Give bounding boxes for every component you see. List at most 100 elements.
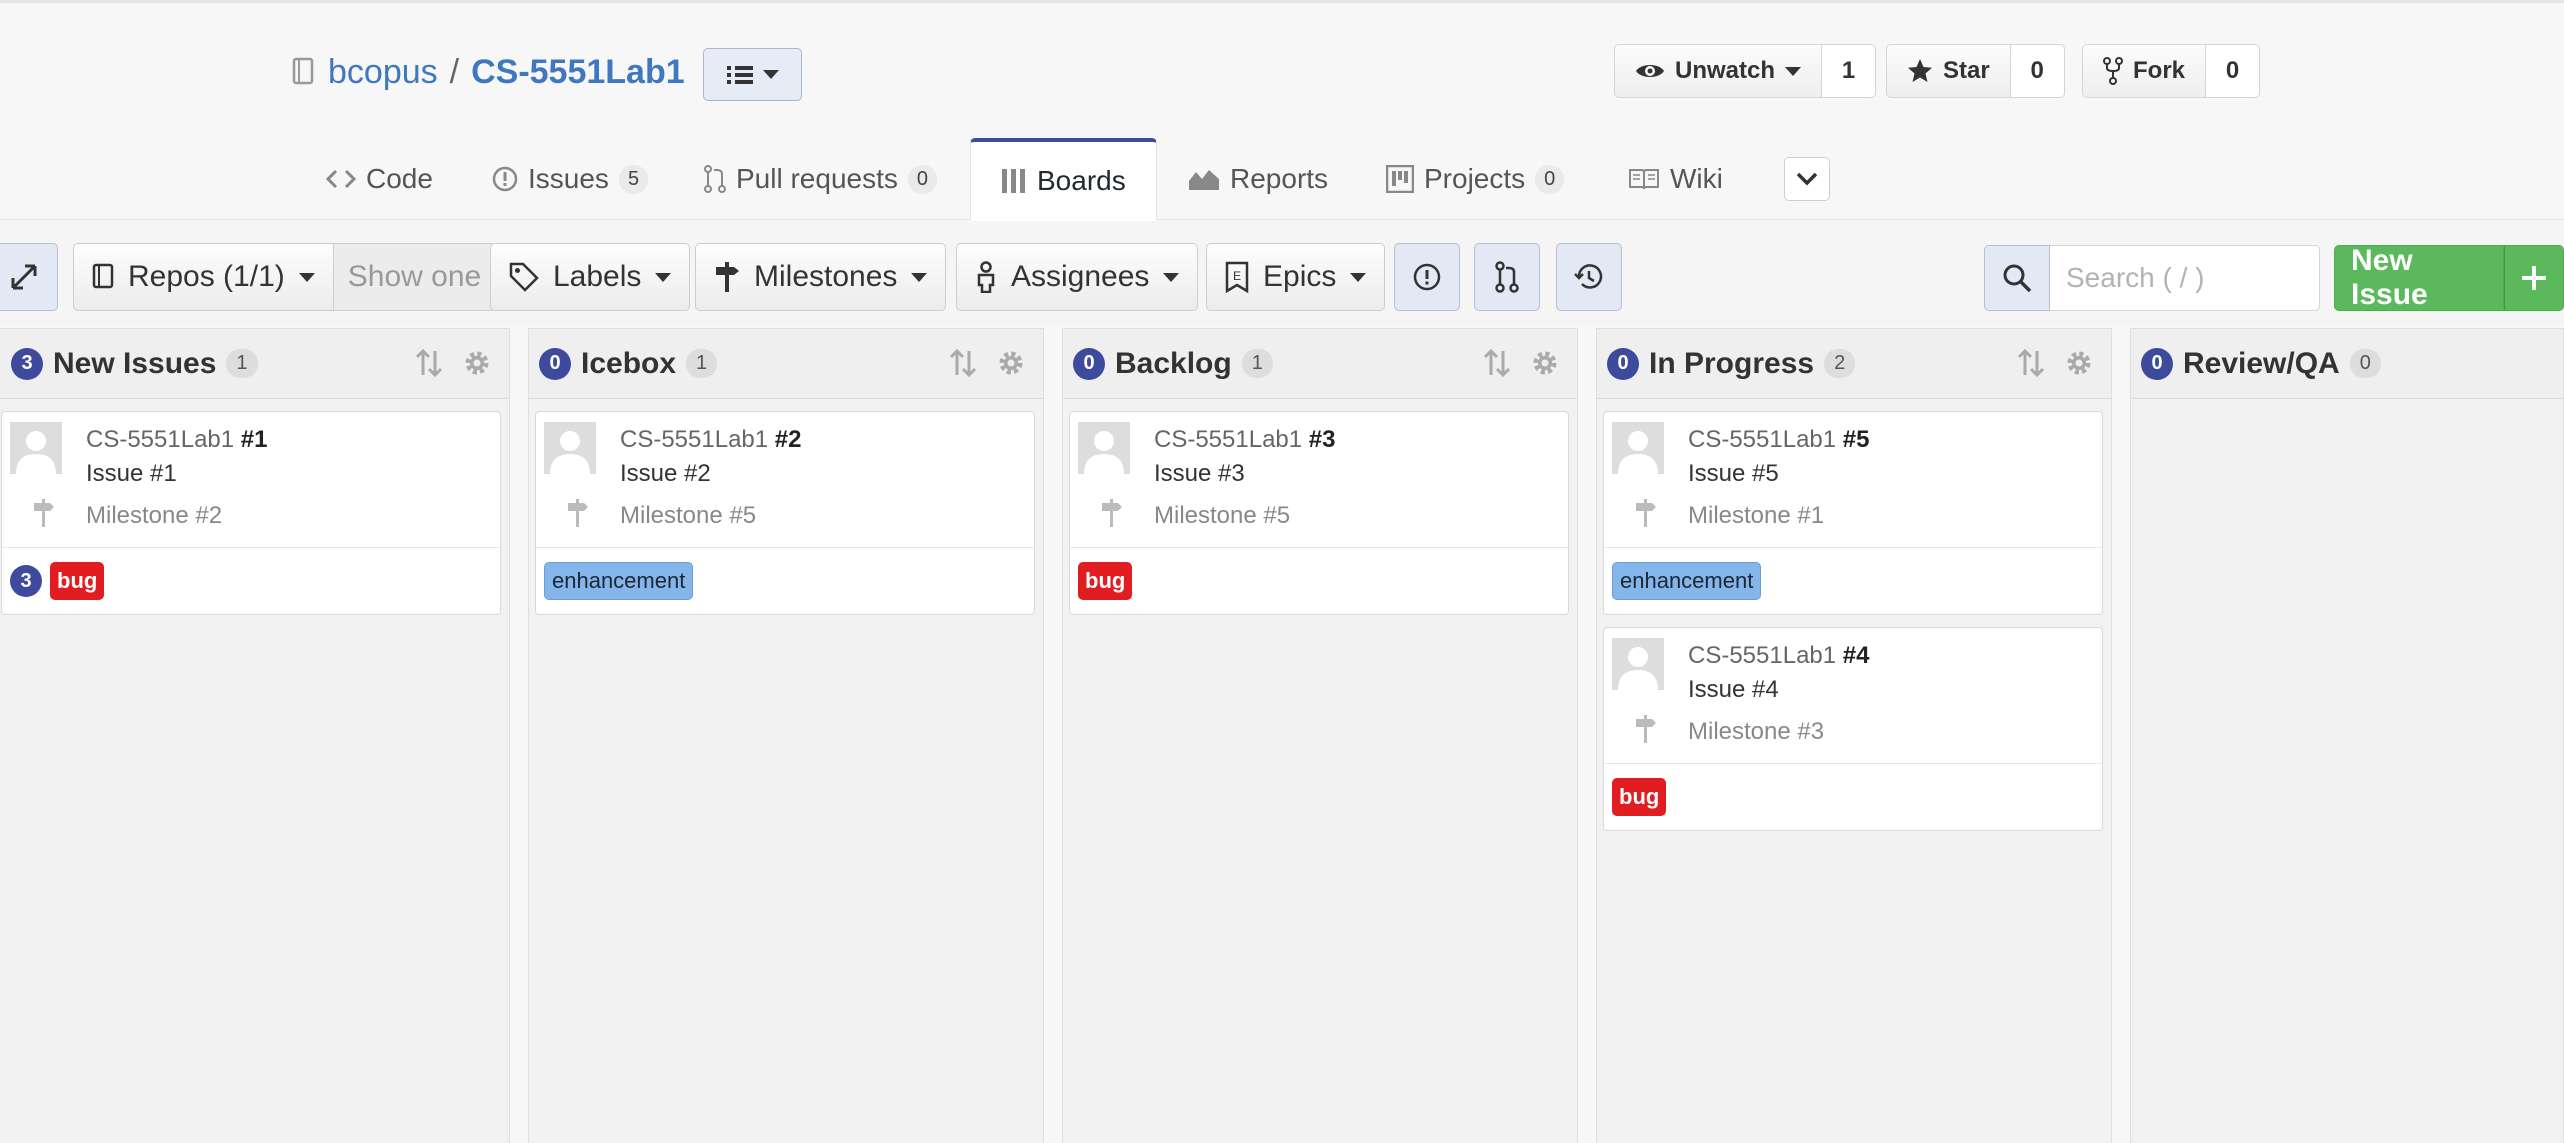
issue-card[interactable]: CS-5551Lab1 #5 Issue #5 Milestone #1 enh… <box>1603 411 2103 615</box>
card-labels: bug <box>1070 548 1568 614</box>
epic-icon: E <box>1225 261 1249 293</box>
top-border <box>0 0 2564 3</box>
gear-icon[interactable] <box>1529 347 1561 379</box>
watchers-count[interactable]: 1 <box>1822 44 1877 98</box>
show-one-button[interactable]: Show one <box>333 243 497 311</box>
new-issue-button[interactable]: New Issue <box>2334 244 2505 311</box>
card-milestone[interactable]: Milestone #5 <box>1154 502 1290 530</box>
repo-name-link[interactable]: CS-5551Lab1 <box>471 53 685 92</box>
sort-icon[interactable] <box>1481 347 1513 379</box>
card-labels: enhancement <box>536 548 1034 614</box>
fork-button[interactable]: Fork <box>2082 44 2207 98</box>
card-repo-ref[interactable]: CS-5551Lab1 #3 <box>1154 426 1336 454</box>
column-tools <box>947 347 1027 379</box>
nav-more-button[interactable] <box>1784 157 1830 201</box>
book-icon <box>1628 167 1660 191</box>
card-body: CS-5551Lab1 #3 Issue #3 Milestone #5 <box>1070 412 1568 548</box>
card-title[interactable]: Issue #2 <box>620 460 711 488</box>
column-badge: 0 <box>2141 347 2173 380</box>
stars-count[interactable]: 0 <box>2010 44 2065 98</box>
label-enhancement[interactable]: enhancement <box>1612 562 1762 600</box>
card-repo-ref[interactable]: CS-5551Lab1 #1 <box>86 426 268 454</box>
card-title[interactable]: Issue #5 <box>1688 460 1779 488</box>
milestone-icon <box>1634 714 1658 744</box>
gear-icon[interactable] <box>995 347 1027 379</box>
column-new-issues: 3 New Issues 1 CS-5551Lab1 #1 Issue #1 M… <box>0 328 510 1143</box>
card-milestone[interactable]: Milestone #2 <box>86 502 222 530</box>
repo-owner-link[interactable]: bcopus <box>328 53 438 92</box>
issue-opened-icon <box>1412 262 1442 292</box>
avatar <box>1612 638 1664 690</box>
tab-issues-label: Issues <box>528 163 609 194</box>
sort-icon[interactable] <box>947 347 979 379</box>
repos-filter-button[interactable]: Repos (1/1) <box>73 243 334 311</box>
chevron-down-icon <box>1350 272 1367 282</box>
column-tools <box>1481 347 1561 379</box>
forks-count[interactable]: 0 <box>2206 44 2261 98</box>
repo-list-menu-button[interactable] <box>703 48 802 101</box>
label-bug[interactable]: bug <box>50 562 105 600</box>
card-milestone[interactable]: Milestone #5 <box>620 502 756 530</box>
issue-card[interactable]: CS-5551Lab1 #3 Issue #3 Milestone #5 bug <box>1069 411 1569 615</box>
search-input[interactable] <box>2050 245 2320 311</box>
issue-card[interactable]: CS-5551Lab1 #1 Issue #1 Milestone #2 3 b… <box>1 411 501 615</box>
label-bug[interactable]: bug <box>1078 562 1133 600</box>
issues-toggle-button[interactable] <box>1394 243 1460 311</box>
gear-icon[interactable] <box>2063 347 2095 379</box>
code-icon <box>326 168 356 190</box>
card-title[interactable]: Issue #4 <box>1688 676 1779 704</box>
fork-label: Fork <box>2133 57 2186 84</box>
card-body: CS-5551Lab1 #5 Issue #5 Milestone #1 <box>1604 412 2102 548</box>
new-issue-group: New Issue <box>2334 244 2564 311</box>
pull-request-icon <box>1495 261 1519 293</box>
labels-filter-button[interactable]: Labels <box>490 243 691 311</box>
issue-card[interactable]: CS-5551Lab1 #4 Issue #4 Milestone #3 bug <box>1603 627 2103 831</box>
star-button[interactable]: Star <box>1886 44 2011 98</box>
column-in-progress: 0 In Progress 2 CS-5551Lab1 #5 Issue #5 … <box>1596 328 2112 1143</box>
milestone-icon <box>1100 498 1124 528</box>
card-body: CS-5551Lab1 #4 Issue #4 Milestone #3 <box>1604 628 2102 764</box>
new-issue-plus-button[interactable] <box>2504 245 2564 311</box>
milestones-filter-button[interactable]: Milestones <box>695 243 947 311</box>
column-title: Icebox <box>581 346 677 380</box>
tab-pull-requests[interactable]: Pull requests 0 <box>704 138 937 220</box>
pull-requests-toggle-button[interactable] <box>1474 243 1540 311</box>
card-repo-ref[interactable]: CS-5551Lab1 #4 <box>1688 642 1870 670</box>
tag-icon <box>509 262 539 292</box>
column-review-qa: 0 Review/QA 0 <box>2130 328 2564 1143</box>
chevron-down-icon <box>1785 66 1802 76</box>
activity-toggle-button[interactable] <box>1556 243 1622 311</box>
tab-projects[interactable]: Projects 0 <box>1386 138 1565 220</box>
epics-filter-button[interactable]: E Epics <box>1206 243 1386 311</box>
tab-issues[interactable]: Issues 5 <box>492 138 649 220</box>
label-bug[interactable]: bug <box>1612 778 1667 816</box>
repo-icon <box>92 263 114 291</box>
fork-group: Fork 0 <box>2082 44 2261 98</box>
history-icon <box>1573 262 1605 292</box>
column-title: Backlog <box>1115 346 1232 380</box>
card-repo-ref[interactable]: CS-5551Lab1 #5 <box>1688 426 1870 454</box>
card-milestone[interactable]: Milestone #1 <box>1688 502 1824 530</box>
tab-code[interactable]: Code <box>326 138 433 220</box>
card-milestone[interactable]: Milestone #3 <box>1688 718 1824 746</box>
expand-icon <box>9 262 39 292</box>
tab-boards[interactable]: Boards <box>970 138 1157 221</box>
column-count: 2 <box>1824 349 1856 378</box>
assignees-filter-button[interactable]: Assignees <box>956 243 1199 311</box>
milestones-filter-label: Milestones <box>754 260 898 293</box>
issue-card[interactable]: CS-5551Lab1 #2 Issue #2 Milestone #5 enh… <box>535 411 1035 615</box>
label-enhancement[interactable]: enhancement <box>544 562 694 600</box>
fullscreen-button[interactable] <box>0 243 58 311</box>
tab-boards-label: Boards <box>1037 165 1126 196</box>
search-button[interactable] <box>1984 245 2050 311</box>
tab-wiki[interactable]: Wiki <box>1628 138 1723 220</box>
card-title[interactable]: Issue #1 <box>86 460 177 488</box>
unwatch-button[interactable]: Unwatch <box>1614 44 1823 98</box>
sort-icon[interactable] <box>413 347 445 379</box>
card-repo-ref[interactable]: CS-5551Lab1 #2 <box>620 426 802 454</box>
card-title[interactable]: Issue #3 <box>1154 460 1245 488</box>
sort-icon[interactable] <box>2015 347 2047 379</box>
gear-icon[interactable] <box>461 347 493 379</box>
tab-reports[interactable]: Reports <box>1188 138 1328 220</box>
column-tools <box>2015 347 2095 379</box>
